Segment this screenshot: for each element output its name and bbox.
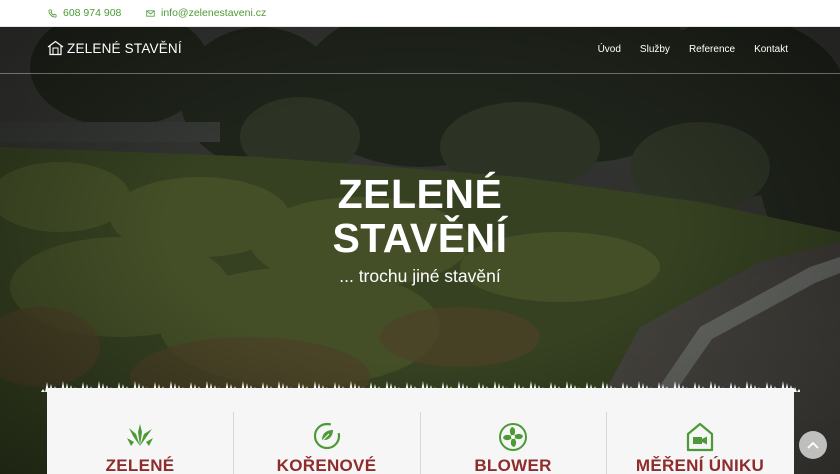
contact-bar: 608 974 908 info@zelenestaveni.cz	[0, 0, 840, 27]
chevron-up-icon	[807, 441, 819, 449]
house-camera-icon	[686, 422, 714, 452]
service-blower[interactable]: BLOWER	[420, 388, 606, 474]
hero-subtitle: ... trochu jiné stavění	[339, 266, 501, 286]
phone-icon	[48, 8, 57, 18]
service-title: KOŘENOVÉ	[276, 456, 377, 474]
services-card: ZELENÉ KOŘENOVÉ BLOWER MĚŘENÍ ÚNIKU	[47, 388, 794, 474]
nav-item-sluzby[interactable]: Služby	[640, 44, 670, 55]
hero-title-line-2: STAVĚNÍ	[332, 215, 508, 261]
hero-title-line-1: ZELENÉ	[337, 171, 503, 217]
fan-icon	[499, 423, 527, 451]
recycle-leaf-icon	[313, 422, 340, 450]
house-logo-icon	[47, 40, 64, 56]
service-mereni-uniku[interactable]: MĚŘENÍ ÚNIKU	[606, 388, 794, 474]
phone-number[interactable]: 608 974 908	[63, 7, 121, 19]
nav-item-uvod[interactable]: Úvod	[598, 44, 621, 55]
main-navigation: ZELENÉ STAVĚNÍ Úvod Služby Reference Kon…	[0, 27, 840, 74]
service-title: MĚŘENÍ ÚNIKU	[635, 456, 765, 474]
phone-contact[interactable]: 608 974 908	[48, 7, 121, 19]
envelope-icon	[146, 9, 155, 17]
scroll-to-top-button[interactable]	[799, 431, 827, 459]
email-contact[interactable]: info@zelenestaveni.cz	[146, 7, 266, 19]
site-logo[interactable]: ZELENÉ STAVĚNÍ	[47, 40, 182, 56]
service-korenove[interactable]: KOŘENOVÉ	[233, 388, 420, 474]
grass-icon	[127, 424, 153, 446]
nav-menu: Úvod Služby Reference Kontakt	[579, 44, 788, 55]
nav-item-kontakt[interactable]: Kontakt	[754, 44, 788, 55]
service-zelene[interactable]: ZELENÉ	[47, 388, 233, 474]
nav-item-reference[interactable]: Reference	[689, 44, 735, 55]
hero-title: ZELENÉ STAVĚNÍ	[0, 172, 840, 260]
service-title: ZELENÉ	[105, 456, 175, 474]
service-title: BLOWER	[474, 456, 552, 474]
logo-text: ZELENÉ STAVĚNÍ	[67, 40, 182, 56]
email-address[interactable]: info@zelenestaveni.cz	[161, 7, 266, 19]
